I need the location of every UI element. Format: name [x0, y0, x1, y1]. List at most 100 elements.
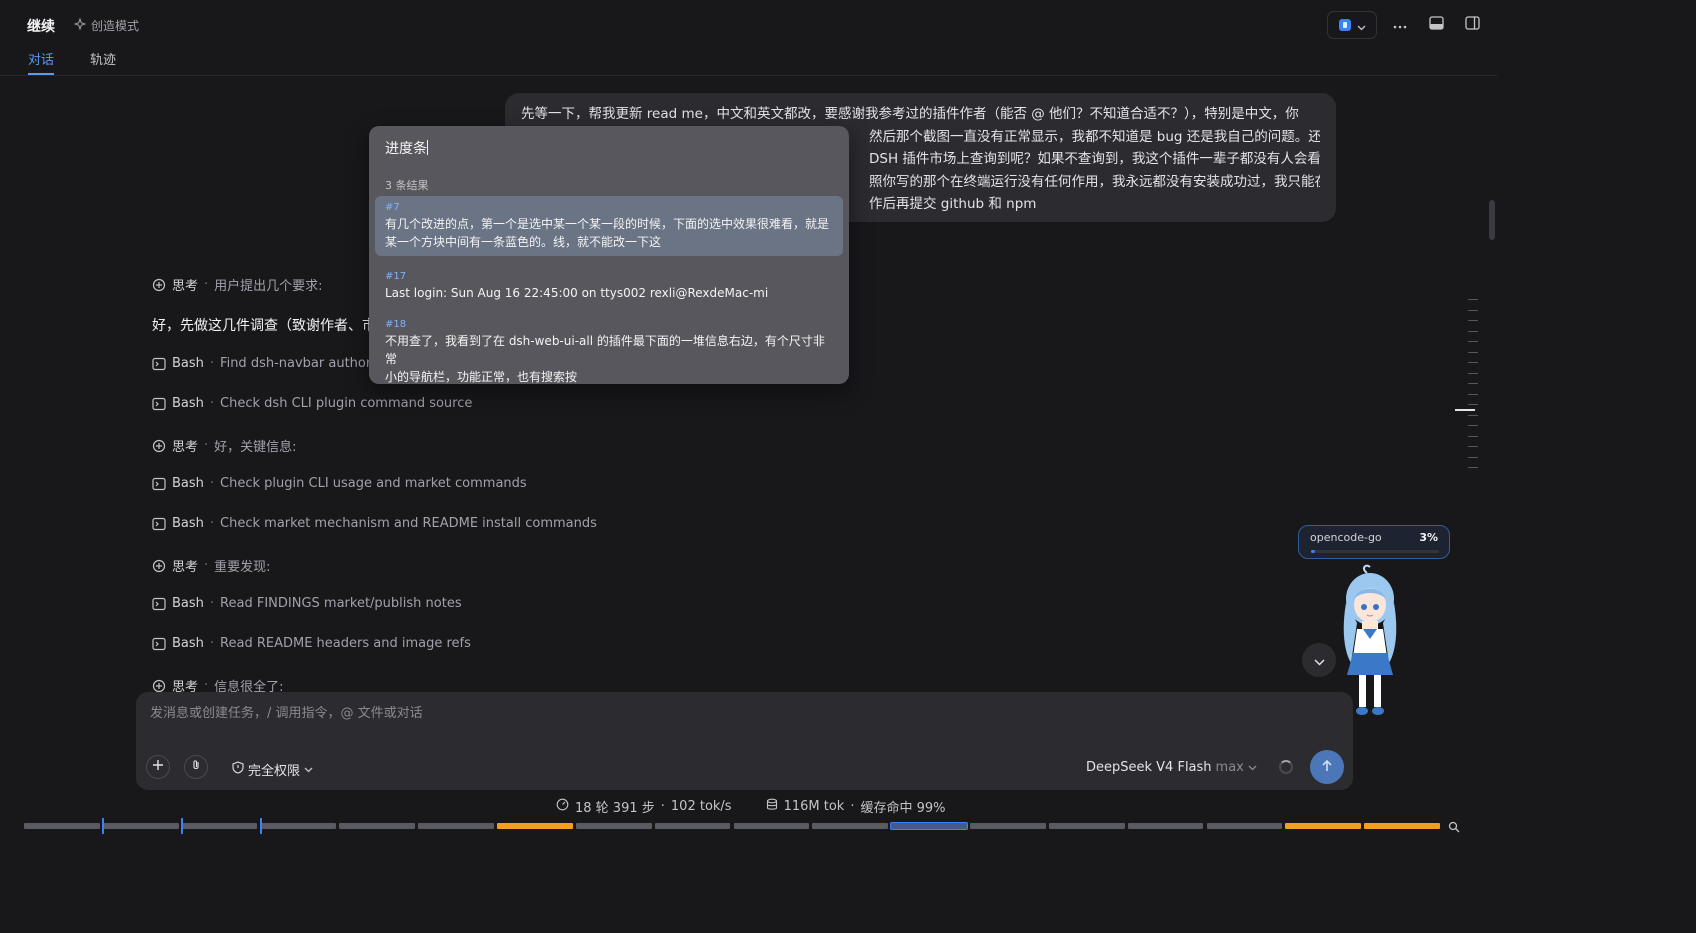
search-result-item[interactable]: #18 不用查了，我看到了在 dsh-web-ui-all 的插件最下面的一堆信… [375, 313, 843, 391]
minimap-tick[interactable] [1468, 435, 1478, 437]
timeline-search-button[interactable] [1448, 818, 1460, 837]
add-button[interactable] [146, 755, 170, 779]
activity-row-think[interactable]: 思考 · 重要发现: [152, 556, 271, 575]
token-total: 116M tok [783, 799, 845, 814]
timeline-segment[interactable] [970, 823, 1046, 829]
result-id: #17 [385, 271, 407, 282]
minimap-tick[interactable] [1468, 309, 1478, 311]
minimap-tick[interactable] [1468, 330, 1478, 332]
minimap-tick[interactable] [1468, 393, 1478, 395]
mode-label: 创造模式 [91, 19, 140, 33]
activity-separator: · [209, 516, 215, 531]
timeline-segment[interactable] [181, 823, 258, 829]
vertical-scrollbar-thumb[interactable] [1489, 200, 1495, 240]
activity-text: Find dsh-navbar author i [220, 356, 379, 371]
search-query-input[interactable]: 进度条 [385, 138, 428, 158]
timeline-segment[interactable] [1206, 823, 1283, 829]
timeline-segment[interactable] [339, 823, 416, 829]
tab-conversation[interactable]: 对话 [28, 49, 54, 68]
timeline-segment[interactable] [24, 823, 100, 829]
send-button[interactable] [1310, 750, 1344, 784]
activity-text: Check market mechanism and README instal… [220, 516, 597, 531]
timeline-segment[interactable] [1048, 823, 1125, 829]
chevron-down-icon [1357, 16, 1366, 35]
activity-text: 用户提出几个要求: [214, 279, 323, 294]
timeline-segment[interactable] [102, 823, 179, 829]
agent-switcher[interactable] [1327, 11, 1377, 39]
activity-row-bash[interactable]: Bash · Check dsh CLI plugin command sour… [152, 396, 472, 411]
scroll-to-bottom-button[interactable] [1302, 643, 1336, 677]
speedometer-icon [556, 798, 569, 815]
activity-row-bash[interactable]: Bash · Read README headers and image ref… [152, 636, 471, 651]
timeline-segment[interactable] [890, 822, 968, 830]
session-stats: 18 轮 391 步 · 102 tok/s 116M tok · 缓存命中 9… [556, 797, 946, 816]
activity-tool: Bash [172, 636, 204, 651]
minimap-tick[interactable] [1468, 320, 1478, 321]
activity-tool: 思考 [172, 440, 199, 455]
minimap-tick[interactable] [1468, 383, 1478, 384]
minimap-tick[interactable] [1468, 351, 1478, 353]
minimap-tick[interactable] [1468, 456, 1478, 458]
stats-separator: · [850, 799, 855, 814]
minimap-tick[interactable] [1468, 341, 1478, 342]
turn-timeline[interactable] [24, 818, 1440, 834]
activity-tool: Bash [172, 396, 204, 411]
activity-row-think[interactable]: 思考 · 用户提出几个要求: [152, 275, 323, 294]
minimap-tick[interactable] [1468, 362, 1478, 363]
minimap-tick[interactable] [1468, 372, 1478, 374]
timeline-segment[interactable] [1285, 823, 1362, 829]
minimap-tick[interactable] [1468, 425, 1478, 426]
activity-separator: · [204, 558, 209, 573]
usage-widget[interactable]: opencode-go 3% [1298, 525, 1450, 559]
usage-progress-fill [1311, 550, 1315, 553]
assistant-answer-text: 好，先做这几件调查（致谢作者、市 [152, 318, 376, 334]
timeline-segment[interactable] [733, 823, 810, 829]
model-selector[interactable]: DeepSeek V4 Flash max [1086, 760, 1257, 775]
activity-row-bash[interactable]: Bash · Read FINDINGS market/publish note… [152, 596, 462, 611]
more-options-button[interactable] [1387, 13, 1413, 37]
chevron-down-icon [304, 762, 313, 777]
header-divider [0, 75, 1497, 76]
result-text: Last login: Sun Aug 16 22:45:00 on ttys0… [385, 286, 769, 300]
tab-trajectory[interactable]: 轨迹 [90, 49, 116, 68]
timeline-segment[interactable] [1364, 823, 1440, 829]
minimap-tick[interactable] [1468, 414, 1478, 416]
message-input[interactable] [150, 706, 1050, 721]
result-text: 某一个方块中间有一条蓝色的。线，就不能改一下这 [385, 235, 662, 249]
mode-indicator[interactable]: 创造模式 [73, 17, 140, 34]
toggle-bottom-panel-button[interactable] [1423, 13, 1449, 37]
minimap-tick[interactable] [1468, 446, 1478, 447]
activity-row-think[interactable]: 思考 · 好，关键信息: [152, 436, 297, 455]
terminal-icon [152, 517, 166, 531]
stats-separator: · [660, 799, 665, 814]
timeline-marker [260, 818, 262, 834]
activity-text: Read FINDINGS market/publish notes [220, 596, 462, 611]
activity-separator: · [209, 636, 215, 651]
timeline-segment[interactable] [418, 823, 494, 829]
minimap-tick[interactable] [1468, 467, 1478, 468]
timeline-segment[interactable] [812, 823, 889, 829]
activity-tool: Bash [172, 356, 204, 371]
timeline-segment[interactable] [497, 823, 573, 829]
sparkle-icon [73, 17, 87, 33]
activity-separator: · [209, 596, 215, 611]
timeline-segment[interactable] [575, 823, 652, 829]
toggle-side-panel-button[interactable] [1459, 13, 1485, 37]
permission-label: 完全权限 [248, 764, 301, 779]
minimap-tick[interactable] [1468, 299, 1478, 300]
timeline-segment[interactable] [260, 823, 337, 829]
search-result-item[interactable]: #17 Last login: Sun Aug 16 22:45:00 on t… [375, 265, 843, 307]
page-title: 继续 [27, 19, 55, 35]
activity-row-bash[interactable]: Bash · Check plugin CLI usage and market… [152, 476, 527, 491]
minimap-tick[interactable] [1468, 404, 1478, 405]
attach-button[interactable] [184, 755, 208, 779]
permission-selector[interactable]: 完全权限 [232, 760, 313, 779]
conversation-search-popup: 进度条 3 条结果 #7 有几个改进的点，第一个是选中某一个某一段的时候，下面的… [369, 126, 849, 384]
timeline-segment[interactable] [654, 823, 731, 829]
activity-row-bash[interactable]: Bash · Find dsh-navbar author i [152, 356, 379, 371]
timeline-segment[interactable] [1127, 823, 1204, 829]
chevron-down-icon [1313, 651, 1325, 670]
brand-icon [1338, 19, 1351, 31]
activity-row-bash[interactable]: Bash · Check market mechanism and README… [152, 516, 597, 531]
search-result-item[interactable]: #7 有几个改进的点，第一个是选中某一个某一段的时候，下面的选中效果很难看，就是… [375, 196, 843, 256]
